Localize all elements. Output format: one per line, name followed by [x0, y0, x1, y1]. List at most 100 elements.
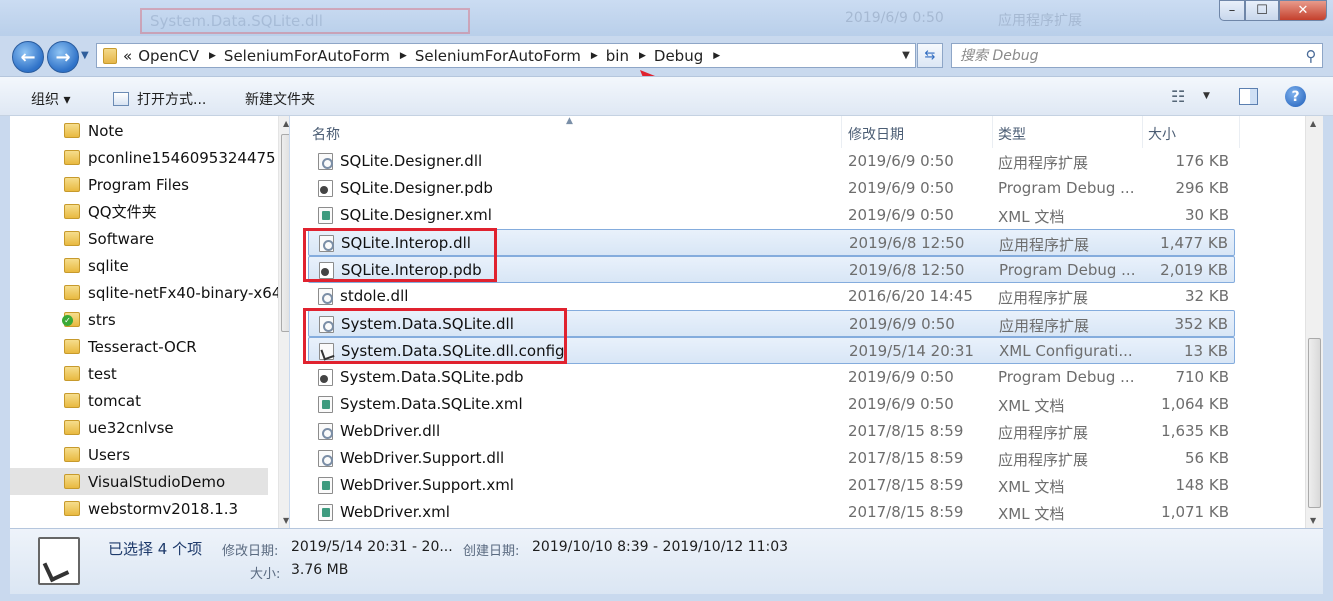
breadcrumb-separator-icon[interactable]: ▶	[209, 51, 216, 61]
file-row[interactable]: WebDriver.Support.xml 2017/8/15 8:59 XML 文…	[308, 472, 1235, 499]
file-row[interactable]: SQLite.Designer.xml 2019/6/9 0:50 XML 文档 30…	[308, 202, 1235, 229]
organize-menu[interactable]: 组织 ▾	[31, 89, 70, 109]
folder-icon	[64, 393, 80, 408]
file-name: System.Data.SQLite.xml	[340, 395, 523, 413]
file-date: 2017/8/15 8:59	[848, 422, 964, 440]
tree-item-label: Users	[88, 445, 131, 464]
folder-icon	[64, 285, 80, 300]
file-row[interactable]: SQLite.Designer.pdb 2019/6/9 0:50 Program …	[308, 175, 1235, 202]
breadcrumb-seleniumforautoform-2[interactable]: SeleniumForAutoForm	[415, 47, 581, 65]
search-icon[interactable]: ⚲	[1300, 47, 1322, 65]
breadcrumb-opencv[interactable]: OpenCV	[138, 47, 199, 65]
modified-date-value: 2019/5/14 20:31 - 20...	[291, 539, 453, 555]
tree-item[interactable]: webstormv2018.1.3	[10, 495, 270, 522]
file-row[interactable]: SQLite.Interop.pdb 2019/6/8 12:50 Program …	[308, 256, 1235, 283]
search-box[interactable]: ⚲	[951, 43, 1323, 68]
recent-pages-dropdown[interactable]: ▼	[81, 50, 89, 61]
created-date-label: 创建日期:	[463, 544, 520, 559]
column-header-size[interactable]: 大小	[1148, 116, 1240, 148]
file-row[interactable]: System.Data.SQLite.dll.config 2019/5/14 2…	[308, 337, 1235, 364]
tree-item-label: Tesseract-OCR	[88, 337, 197, 356]
tree-item-label: ue32cnlvse	[88, 418, 174, 437]
file-size: 32 KB	[1185, 287, 1229, 305]
nav-scrollbar[interactable]: ▲ ▼	[278, 116, 289, 528]
file-row[interactable]: System.Data.SQLite.xml 2019/6/9 0:50 XML 文…	[308, 391, 1235, 418]
file-row[interactable]: WebDriver.dll 2017/8/15 8:59 应用程序扩展 1,635 K…	[308, 418, 1235, 445]
breadcrumb-overflow[interactable]: «	[123, 47, 132, 65]
close-button[interactable]: ✕	[1279, 0, 1327, 21]
tree-item[interactable]: sqlite-netFx40-binary-x64	[10, 279, 281, 306]
tree-item-label: QQ文件夹	[88, 203, 157, 221]
breadcrumb-separator-icon[interactable]: ▶	[591, 51, 598, 61]
tree-item[interactable]: Note	[10, 117, 270, 144]
file-row[interactable]: stdole.dll 2016/6/20 14:45 应用程序扩展 32 KB	[308, 283, 1235, 310]
help-icon[interactable]: ?	[1285, 86, 1306, 107]
new-folder-button[interactable]: 新建文件夹	[245, 89, 315, 109]
column-header-date[interactable]: 修改日期	[848, 116, 993, 148]
tree-item-label: tomcat	[88, 391, 141, 410]
tree-item-label: sqlite	[88, 256, 129, 275]
file-row[interactable]: WebDriver.xml 2017/8/15 8:59 XML 文档 1,071 K…	[308, 499, 1235, 526]
dll-file-icon	[318, 153, 333, 170]
file-name: SQLite.Designer.xml	[340, 206, 492, 224]
tree-item[interactable]: Software	[10, 225, 270, 252]
tree-item[interactable]: ue32cnlvse	[10, 414, 270, 441]
tree-item[interactable]: test	[10, 360, 270, 387]
breadcrumb-separator-icon[interactable]: ▶	[639, 51, 646, 61]
tree-item[interactable]: VisualStudioDemo	[10, 468, 268, 495]
file-row[interactable]: SQLite.Designer.dll 2019/6/9 0:50 应用程序扩展 17…	[308, 148, 1235, 175]
file-type: XML Configurati...	[999, 342, 1133, 360]
file-list-scroll-thumb[interactable]	[1308, 338, 1321, 508]
command-toolbar: 组织 ▾ 打开方式... 新建文件夹 ☷ ▼ ?	[0, 76, 1333, 116]
file-row[interactable]: System.Data.SQLite.dll 2019/6/9 0:50 应用程序扩…	[308, 310, 1235, 337]
breadcrumb-seleniumforautoform-1[interactable]: SeleniumForAutoForm	[224, 47, 390, 65]
minimize-button[interactable]: –	[1219, 0, 1245, 21]
folder-icon	[64, 501, 80, 516]
file-list-scrollbar[interactable]: ▲ ▼	[1305, 116, 1323, 528]
column-header-name[interactable]: 名称	[312, 116, 842, 148]
view-dropdown-icon[interactable]: ▼	[1203, 91, 1210, 101]
tree-item[interactable]: strs	[10, 306, 270, 333]
scroll-up-icon[interactable]: ▲	[283, 119, 289, 128]
scroll-up-icon[interactable]: ▲	[1310, 119, 1316, 128]
maximize-button[interactable]: ☐	[1245, 0, 1279, 21]
breadcrumb-bin[interactable]: bin	[606, 47, 629, 65]
file-row[interactable]: SQLite.Interop.dll 2019/6/8 12:50 应用程序扩展 1,…	[308, 229, 1235, 256]
forward-button[interactable]: →	[47, 41, 79, 73]
title-bar: System.Data.SQLite.dll 2019/6/9 0:50 应用程…	[0, 0, 1333, 36]
file-type: 应用程序扩展	[998, 451, 1089, 469]
refresh-button[interactable]: ⇆	[917, 43, 943, 68]
file-list: ▲ 名称 修改日期 类型 大小 SQLite.Designer.dll 2019/…	[290, 116, 1323, 528]
address-bar[interactable]: « OpenCV ▶ SeleniumForAutoForm ▶ Seleniu…	[96, 43, 916, 68]
file-name: WebDriver.dll	[340, 422, 441, 440]
xml-file-icon	[318, 504, 333, 521]
scroll-down-icon[interactable]: ▼	[283, 516, 289, 525]
file-type: XML 文档	[998, 397, 1065, 415]
view-options-icon[interactable]: ☷	[1171, 87, 1185, 106]
file-row[interactable]: WebDriver.Support.dll 2017/8/15 8:59 应用程序扩…	[308, 445, 1235, 472]
scroll-down-icon[interactable]: ▼	[1310, 516, 1316, 525]
back-button[interactable]: ←	[12, 41, 44, 73]
folder-icon	[64, 447, 80, 462]
tree-item[interactable]: QQ文件夹	[10, 198, 270, 225]
search-input[interactable]	[960, 47, 1300, 64]
file-row[interactable]: System.Data.SQLite.pdb 2019/6/9 0:50 Progr…	[308, 364, 1235, 391]
breadcrumb-debug[interactable]: Debug	[654, 47, 703, 65]
open-with-button[interactable]: 打开方式...	[113, 89, 206, 109]
file-size: 710 KB	[1175, 368, 1229, 386]
nav-scroll-thumb[interactable]	[281, 134, 289, 332]
tree-item[interactable]: Users	[10, 441, 270, 468]
tree-item[interactable]: tomcat	[10, 387, 270, 414]
tree-item-label: strs	[88, 310, 116, 329]
file-date: 2019/6/9 0:50	[848, 152, 954, 170]
file-date: 2019/5/14 20:31	[849, 342, 974, 360]
tree-item[interactable]: Tesseract-OCR	[10, 333, 270, 360]
breadcrumb-separator-icon[interactable]: ▶	[713, 51, 720, 61]
column-header-type[interactable]: 类型	[998, 116, 1143, 148]
address-history-dropdown[interactable]: ▼	[897, 50, 915, 61]
preview-pane-icon[interactable]	[1239, 88, 1258, 105]
tree-item[interactable]: Program Files	[10, 171, 270, 198]
breadcrumb-separator-icon[interactable]: ▶	[400, 51, 407, 61]
tree-item[interactable]: sqlite	[10, 252, 270, 279]
tree-item[interactable]: pconline1546095324475	[10, 144, 276, 171]
